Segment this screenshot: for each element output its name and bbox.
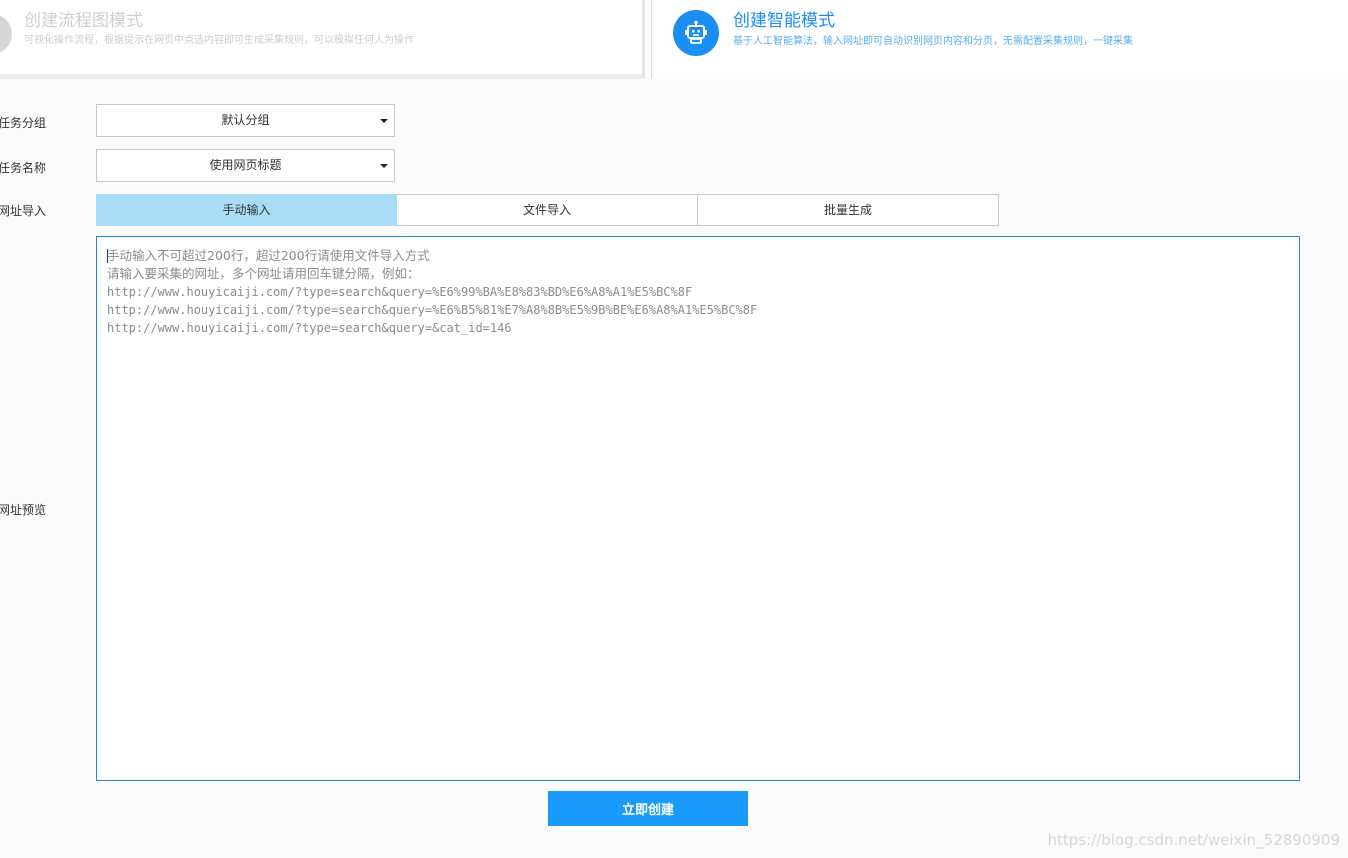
smart-mode-card[interactable]: 创建智能模式 基于人工智能算法，输入网址即可自动识别网页内容和分页，无需配置采集… (654, 0, 1348, 79)
chevron-down-icon (380, 119, 388, 123)
url-import-tabs: 手动输入 文件导入 批量生成 (96, 194, 999, 226)
url-import-label: 网址导入 (0, 204, 47, 218)
task-name-select[interactable]: 使用网页标题 (96, 149, 395, 182)
task-name-value: 使用网页标题 (209, 158, 282, 172)
placeholder-line: 手动输入不可超过200行，超过200行请使用文件导入方式 (107, 248, 430, 263)
task-group-label: 任务分组 (0, 116, 47, 130)
mode-divider (651, 0, 652, 79)
smart-mode-desc: 基于人工智能算法，输入网址即可自动识别网页内容和分页，无需配置采集规则，一键采集 (733, 36, 1133, 47)
url-textarea[interactable]: 手动输入不可超过200行，超过200行请使用文件导入方式 请输入要采集的网址，多… (96, 236, 1300, 781)
placeholder-line: http://www.houyicaiji.com/?type=search&q… (107, 285, 693, 299)
flowchart-mode-title: 创建流程图模式 (24, 11, 143, 31)
robot-icon (673, 10, 719, 56)
task-group-select[interactable]: 默认分组 (96, 104, 395, 137)
task-name-label: 任务名称 (0, 161, 47, 175)
flowchart-mode-card[interactable]: 创建流程图模式 可视化操作流程，根据提示在网页中点选内容即可生成采集规则，可以模… (0, 0, 645, 79)
flowchart-mode-desc: 可视化操作流程，根据提示在网页中点选内容即可生成采集规则，可以模拟任何人为操作 (24, 35, 414, 46)
chevron-down-icon (380, 164, 388, 168)
tab-manual-input[interactable]: 手动输入 (96, 194, 397, 226)
placeholder-line: http://www.houyicaiji.com/?type=search&q… (107, 303, 758, 317)
create-now-button[interactable]: 立即创建 (548, 791, 748, 826)
placeholder-line: 请输入要采集的网址，多个网址请用回车键分隔，例如： (107, 266, 420, 281)
watermark-text: https://blog.csdn.net/weixin_52890909 (1047, 831, 1340, 849)
url-preview-label: 网址预览 (0, 503, 47, 517)
tab-batch-generate[interactable]: 批量生成 (698, 194, 999, 226)
text-cursor (107, 249, 108, 263)
flowchart-icon (0, 14, 12, 54)
smart-mode-title: 创建智能模式 (733, 11, 835, 31)
tab-file-import[interactable]: 文件导入 (397, 194, 698, 226)
task-group-value: 默认分组 (221, 113, 270, 127)
placeholder-line: http://www.houyicaiji.com/?type=search&q… (107, 321, 512, 335)
